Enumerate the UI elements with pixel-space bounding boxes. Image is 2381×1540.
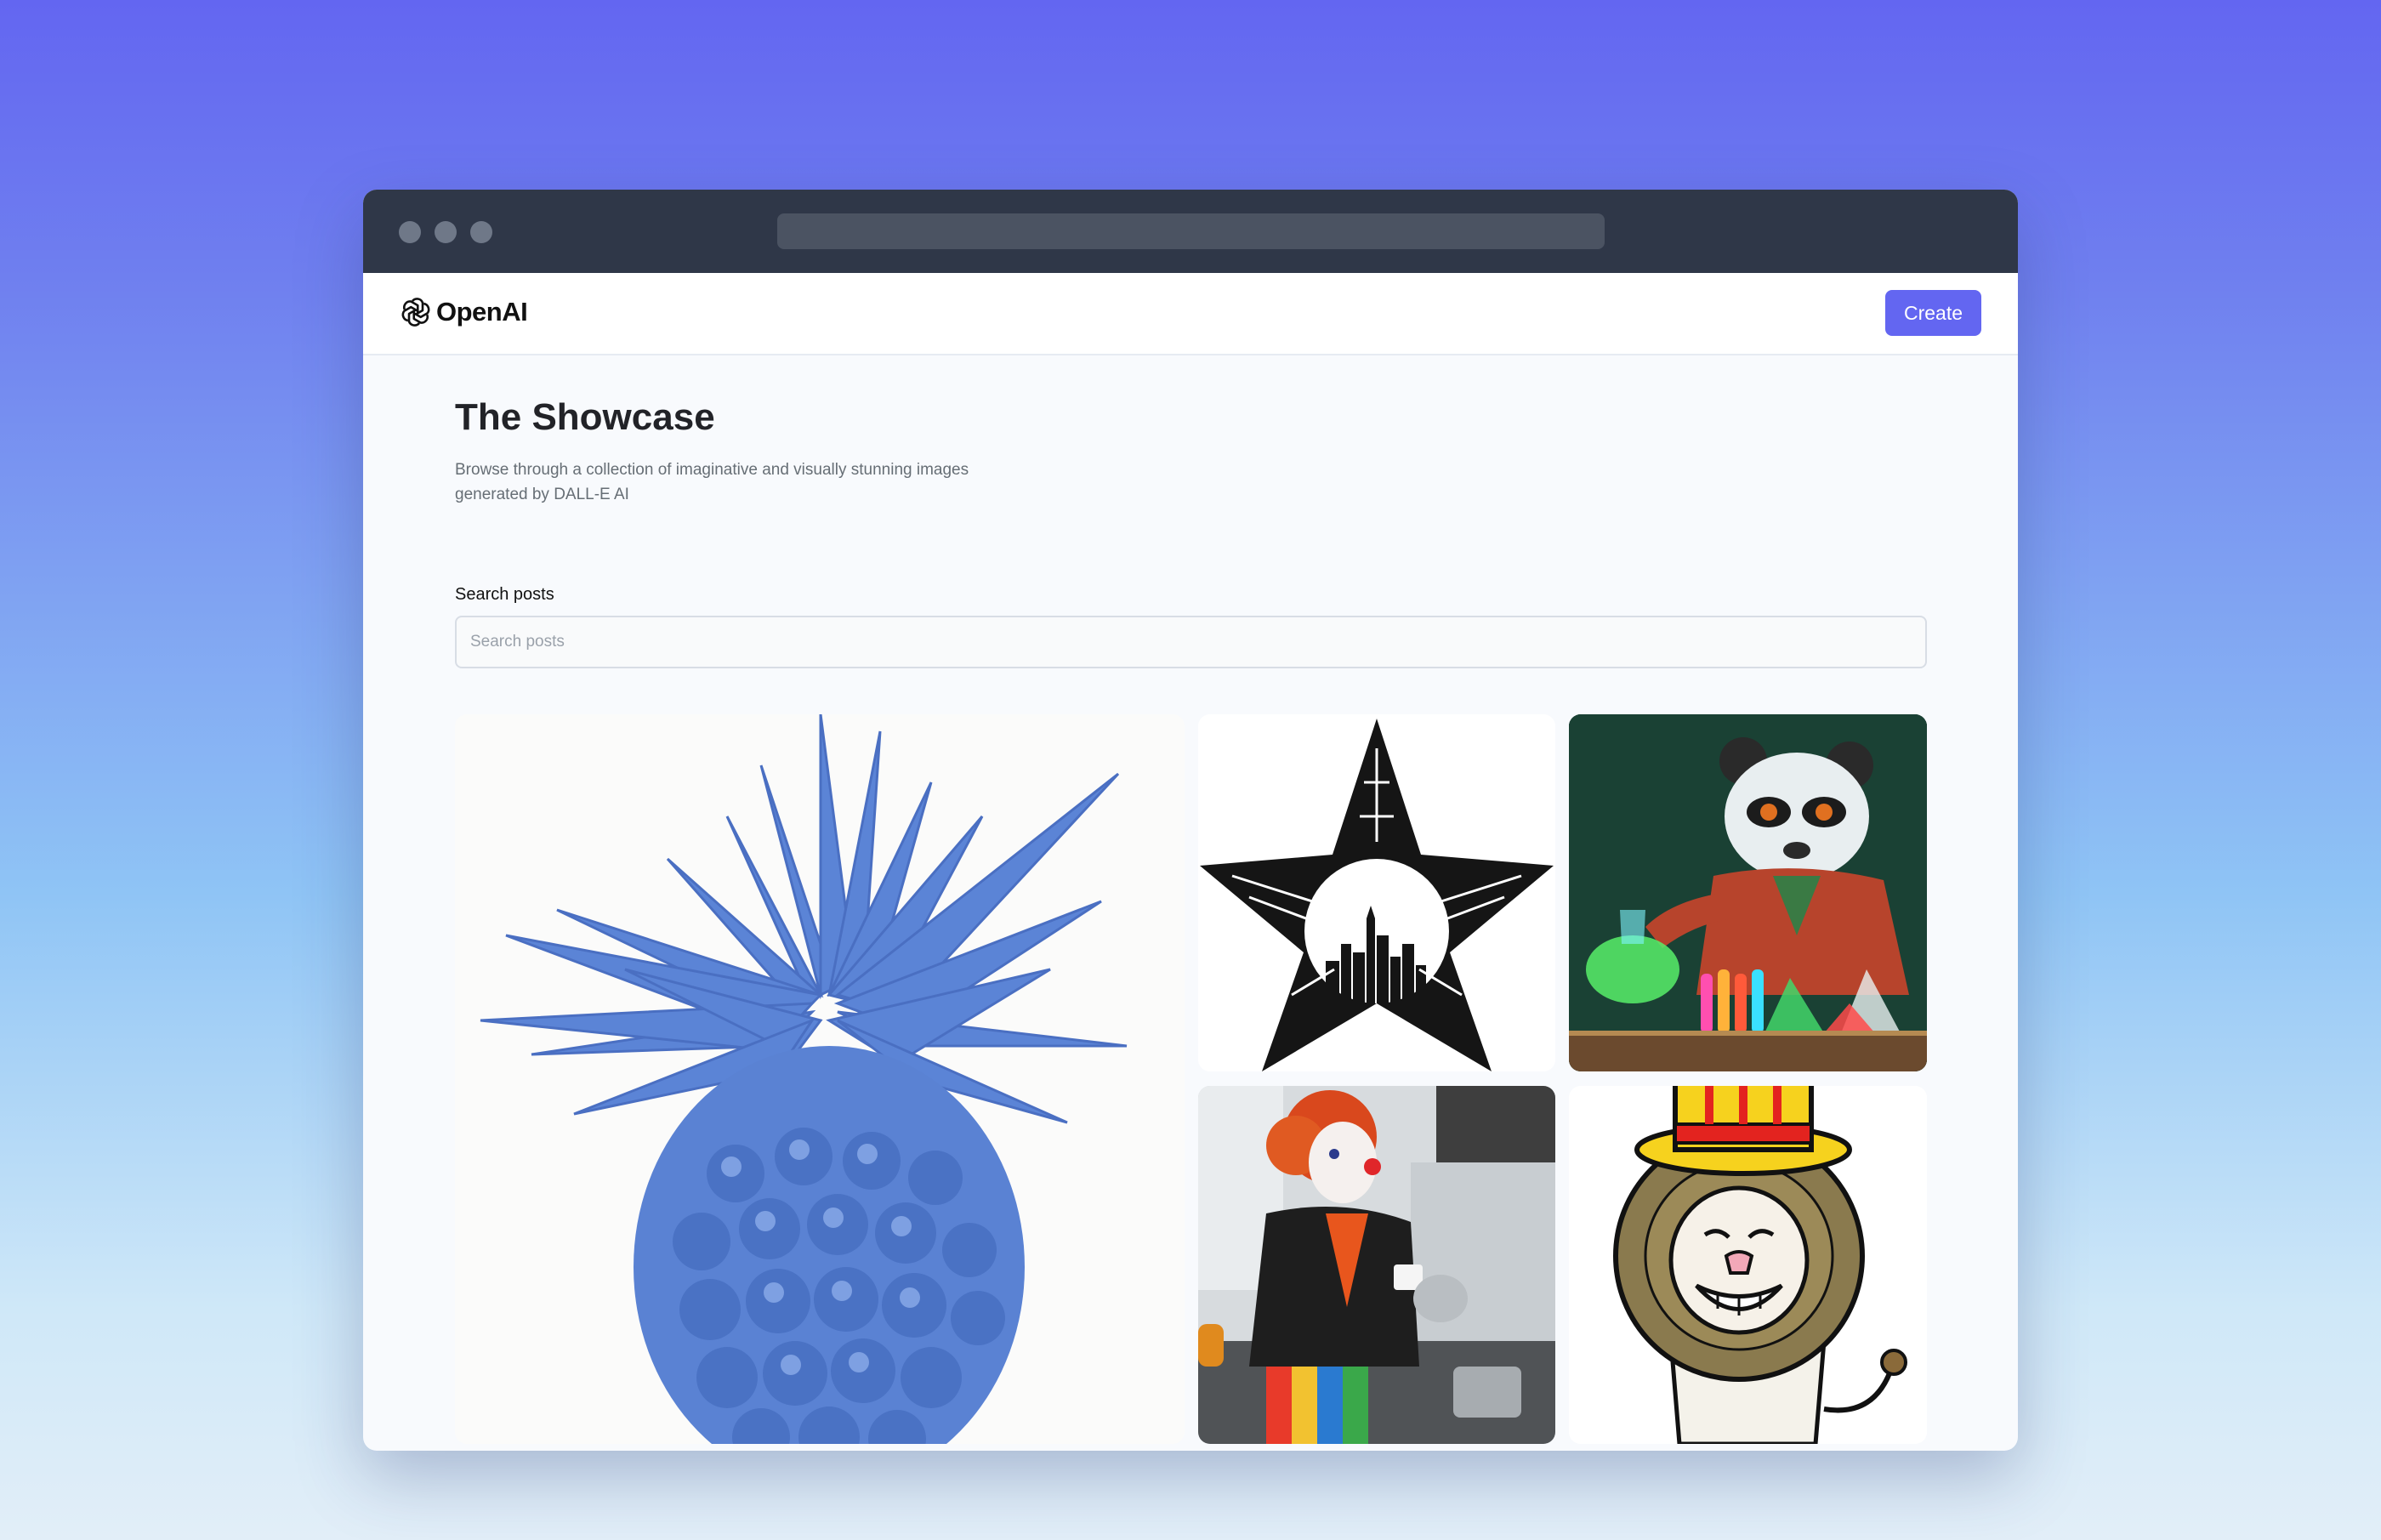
brand-name: OpenAI <box>436 297 528 327</box>
window-maximize-dot[interactable] <box>470 221 492 243</box>
gallery-card-pineapple[interactable] <box>455 714 1185 1444</box>
browser-window: OpenAI Create The Showcase Browse throug… <box>363 190 2018 1451</box>
clown-pouring-coffee-image <box>1198 1086 1555 1444</box>
address-bar[interactable] <box>777 213 1605 249</box>
browser-titlebar <box>363 190 2018 273</box>
openai-logo-icon <box>401 298 430 327</box>
window-minimize-dot[interactable] <box>435 221 457 243</box>
lion-top-hat-cartoon-image <box>1569 1086 1927 1444</box>
star-city-skyline-image <box>1198 714 1555 1071</box>
gallery-card-clown-kitchen[interactable] <box>1198 1086 1555 1444</box>
search-label: Search posts <box>455 585 554 604</box>
window-close-dot[interactable] <box>399 221 421 243</box>
brand-logo[interactable]: OpenAI <box>399 295 528 329</box>
create-button[interactable]: Create <box>1885 290 1981 336</box>
gallery-card-lion-top-hat[interactable] <box>1569 1086 1927 1444</box>
site-header: OpenAI Create <box>363 273 2018 355</box>
blue-pineapple-image <box>455 714 1185 1444</box>
page-subtitle: Browse through a collection of imaginati… <box>455 461 969 503</box>
search-input[interactable] <box>455 616 1927 668</box>
gallery-card-panda-scientist[interactable] <box>1569 714 1927 1071</box>
panda-scientist-image <box>1569 714 1927 1071</box>
image-gallery <box>455 714 1927 1446</box>
page-title: The Showcase <box>455 396 715 438</box>
gallery-card-star-city[interactable] <box>1198 714 1555 1071</box>
